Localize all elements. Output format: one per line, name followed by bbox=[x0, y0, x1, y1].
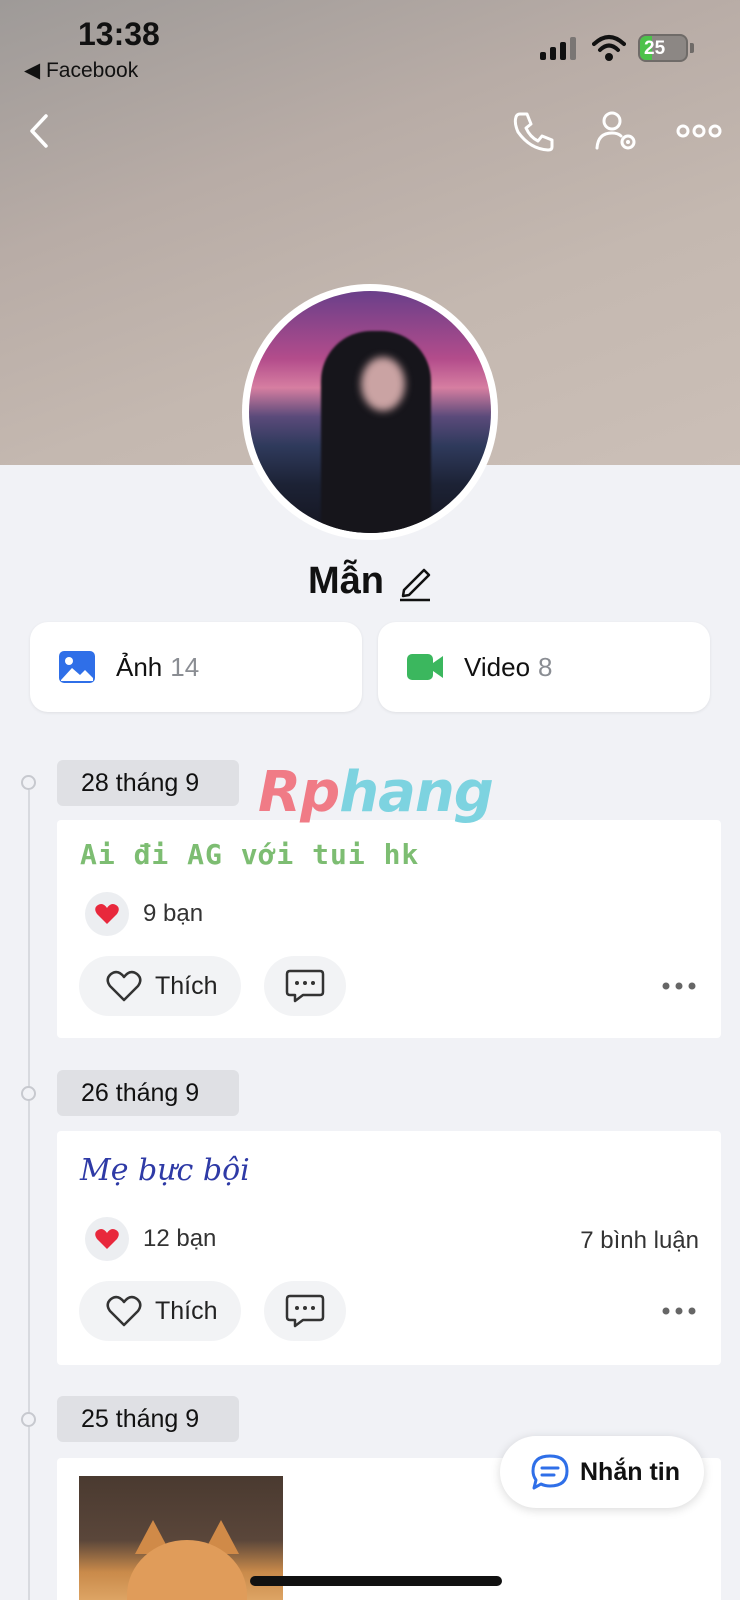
photos-count: 14 bbox=[170, 651, 200, 682]
comment-button[interactable] bbox=[264, 1281, 346, 1341]
status-time: 13:38 bbox=[78, 16, 160, 52]
comment-icon bbox=[285, 969, 325, 1003]
timeline-line bbox=[28, 790, 30, 1600]
timeline-dot bbox=[21, 1086, 36, 1101]
watermark: Rphang bbox=[258, 760, 494, 825]
post-more-icon[interactable] bbox=[661, 980, 697, 992]
heart-reaction-icon bbox=[85, 1217, 129, 1261]
date-chip: 26 tháng 9 bbox=[57, 1070, 239, 1116]
chevron-left-icon[interactable] bbox=[20, 108, 60, 154]
video-camera-icon bbox=[407, 654, 443, 680]
edit-pencil-icon[interactable] bbox=[398, 562, 432, 602]
battery-percent: 25 bbox=[644, 38, 666, 59]
timeline-dot bbox=[21, 1412, 36, 1427]
heart-reaction-icon bbox=[85, 892, 129, 936]
chat-bubble-icon bbox=[531, 1454, 569, 1490]
send-message-label: Nhắn tin bbox=[580, 1457, 680, 1486]
back-to-app-link[interactable]: ◀ Facebook bbox=[24, 58, 138, 83]
profile-avatar[interactable] bbox=[242, 284, 498, 540]
post-card[interactable]: Ai đi AG với tui hk 9 bạn Thích bbox=[57, 820, 721, 1038]
like-button[interactable]: Thích bbox=[79, 1281, 241, 1341]
comment-icon bbox=[285, 1294, 325, 1328]
heart-outline-icon bbox=[106, 1295, 142, 1327]
photos-label: Ảnh bbox=[116, 651, 163, 682]
more-horizontal-icon[interactable] bbox=[676, 114, 722, 148]
videos-count: 8 bbox=[538, 651, 553, 682]
date-chip: 25 tháng 9 bbox=[57, 1396, 239, 1442]
home-indicator[interactable] bbox=[250, 1576, 502, 1586]
post-text: Ai đi AG với tui hk bbox=[80, 838, 420, 871]
phone-icon[interactable] bbox=[510, 108, 556, 154]
reaction-count: 12 bạn bbox=[143, 1225, 217, 1252]
like-button[interactable]: Thích bbox=[79, 956, 241, 1016]
wifi-icon bbox=[592, 35, 626, 61]
post-text: Mẹ bực bội bbox=[80, 1153, 250, 1188]
profile-name: Mẫn bbox=[308, 560, 384, 602]
photos-button[interactable]: Ảnh 14 bbox=[30, 622, 362, 712]
cellular-signal-icon bbox=[540, 37, 576, 60]
comment-button[interactable] bbox=[264, 956, 346, 1016]
battery-icon: 25 bbox=[638, 34, 688, 62]
timeline-dot bbox=[21, 775, 36, 790]
like-label: Thích bbox=[155, 971, 218, 1000]
post-card[interactable]: Mẹ bực bội 12 bạn 7 bình luận Thích bbox=[57, 1131, 721, 1365]
heart-outline-icon bbox=[106, 970, 142, 1002]
comment-count[interactable]: 7 bình luận bbox=[580, 1227, 699, 1255]
videos-label: Video bbox=[464, 651, 531, 682]
date-chip: 28 tháng 9 bbox=[57, 760, 239, 806]
profile-name-row: Mẫn bbox=[0, 560, 740, 603]
battery-tip bbox=[690, 43, 694, 53]
send-message-button[interactable]: Nhắn tin bbox=[500, 1436, 704, 1508]
user-settings-icon[interactable] bbox=[594, 108, 640, 154]
post-more-icon[interactable] bbox=[661, 1305, 697, 1317]
like-label: Thích bbox=[155, 1296, 218, 1325]
videos-button[interactable]: Video 8 bbox=[378, 622, 710, 712]
image-icon bbox=[59, 651, 95, 683]
reaction-count: 9 bạn bbox=[143, 900, 204, 927]
reactions-row[interactable]: 9 bạn bbox=[85, 892, 203, 936]
reactions-row[interactable]: 12 bạn bbox=[85, 1217, 216, 1261]
